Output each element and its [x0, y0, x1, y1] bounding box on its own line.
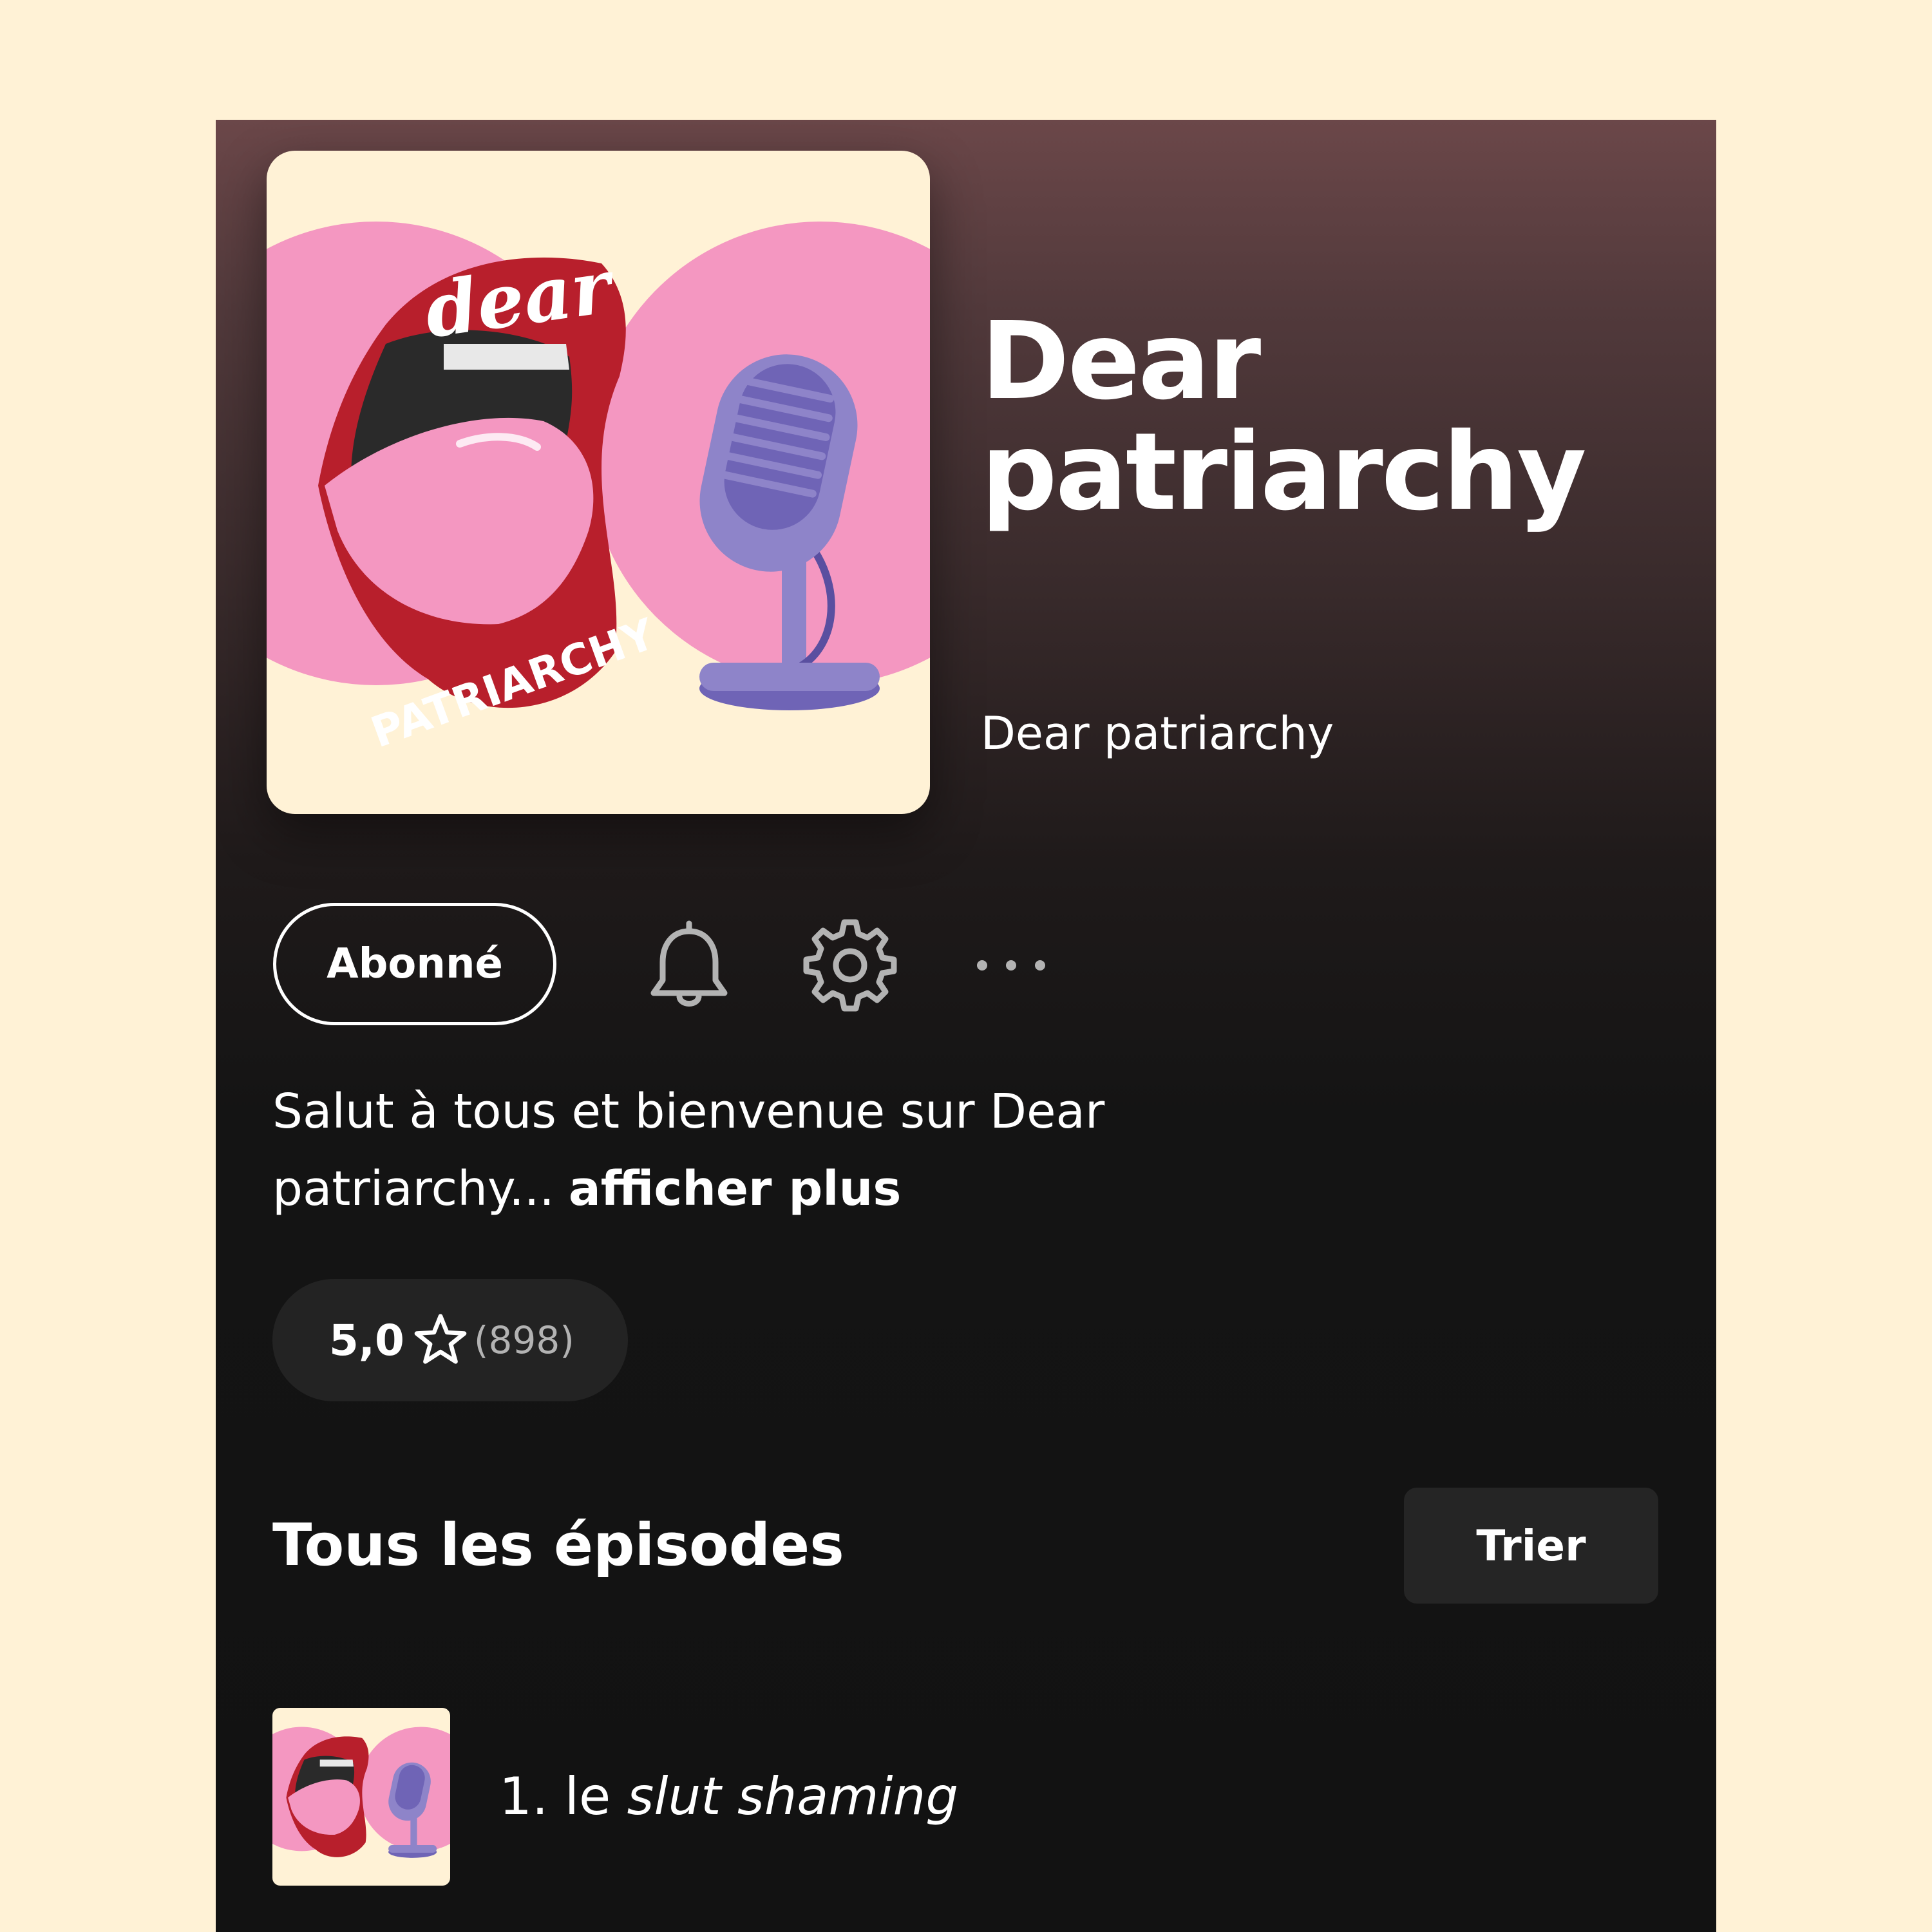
episode-thumbnail	[272, 1708, 450, 1886]
sort-button[interactable]: Trier	[1404, 1488, 1658, 1604]
star-icon	[404, 1312, 474, 1368]
show-more-link[interactable]: afficher plus	[569, 1161, 902, 1217]
episode-row[interactable]: 1. le slut shaming	[272, 1708, 1657, 1888]
podcast-cover-art: dear PATRIARCHY	[267, 151, 930, 814]
episode-title: 1. le slut shaming	[499, 1758, 958, 1835]
gear-icon[interactable]	[802, 917, 898, 1014]
podcast-screen: dear PATRIARCHY Dear patriarchy Dear pat…	[216, 120, 1716, 1932]
episode-title-prefix: 1. le	[499, 1766, 611, 1826]
more-dots-icon[interactable]	[963, 936, 1059, 994]
rating-value: 5,0	[329, 1315, 404, 1365]
podcast-title: Dear patriarchy	[981, 299, 1587, 535]
episode-title-italic: slut shaming	[627, 1766, 959, 1826]
rating-count: (898)	[473, 1318, 574, 1362]
podcast-description: Salut à tous et bienvenue sur Dear patri…	[272, 1073, 1174, 1227]
rating-pill[interactable]: 5,0 (898)	[272, 1279, 628, 1401]
podcast-publisher[interactable]: Dear patriarchy	[981, 705, 1334, 762]
bell-icon[interactable]	[641, 917, 737, 1014]
episodes-section-title: Tous les épisodes	[272, 1511, 844, 1579]
follow-button[interactable]: Abonné	[273, 903, 556, 1025]
